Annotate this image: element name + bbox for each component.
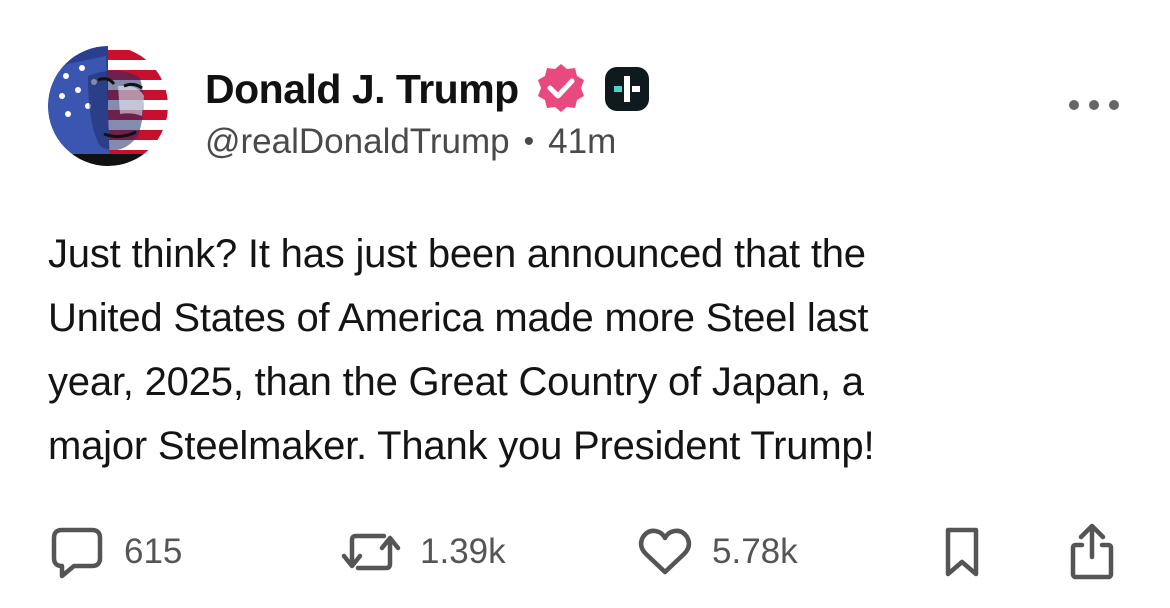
author-display-name[interactable]: Donald J. Trump bbox=[205, 66, 519, 113]
post-text-line: major Steelmaker. Thank you President Tr… bbox=[48, 424, 875, 468]
author-handle[interactable]: @realDonaldTrump bbox=[205, 122, 510, 162]
plus-badge-icon bbox=[604, 67, 649, 111]
repost-count: 1.39k bbox=[420, 532, 506, 571]
avatar-flag-portrait-icon bbox=[48, 46, 168, 166]
more-options-button[interactable] bbox=[1062, 85, 1126, 125]
meta-separator: • bbox=[523, 125, 535, 158]
verified-badge-icon bbox=[537, 64, 584, 112]
post-timestamp[interactable]: 41m bbox=[548, 122, 616, 162]
post-text-line: Just think? It has just been announced t… bbox=[48, 232, 866, 276]
post-text-line: year, 2025, than the Great Country of Ja… bbox=[48, 360, 864, 404]
post-card: Donald J. Trump @realDonaldTrump • 41m J… bbox=[0, 0, 1170, 608]
meta-row: @realDonaldTrump • 41m bbox=[205, 122, 925, 162]
reply-button[interactable]: 615 bbox=[48, 522, 182, 582]
post-body: Just think? It has just been announced t… bbox=[48, 222, 1128, 478]
post-header: Donald J. Trump @realDonaldTrump • 41m bbox=[205, 60, 925, 162]
name-row: Donald J. Trump bbox=[205, 60, 925, 118]
heart-icon bbox=[638, 528, 692, 575]
share-icon bbox=[1070, 523, 1114, 580]
bookmark-button[interactable] bbox=[940, 522, 984, 582]
more-dots-icon bbox=[1069, 100, 1119, 110]
author-avatar[interactable] bbox=[48, 46, 168, 166]
bookmark-icon bbox=[945, 527, 979, 577]
comment-icon bbox=[51, 527, 103, 579]
like-button[interactable]: 5.78k bbox=[636, 522, 798, 582]
repost-button[interactable]: 1.39k bbox=[340, 522, 506, 582]
post-text-line: United States of America made more Steel… bbox=[48, 296, 869, 340]
like-count: 5.78k bbox=[712, 532, 798, 571]
share-button[interactable] bbox=[1068, 522, 1116, 582]
repost-icon bbox=[341, 533, 401, 571]
reply-count: 615 bbox=[124, 532, 183, 571]
